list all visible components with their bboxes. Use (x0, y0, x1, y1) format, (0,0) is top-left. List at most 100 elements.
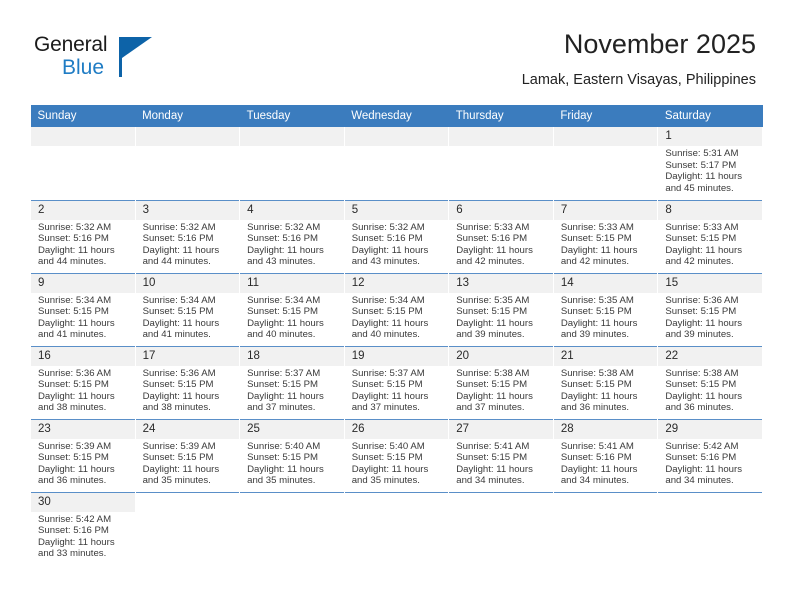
calendar-day-cell[interactable]: 9 Sunrise: 5:34 AM Sunset: 5:15 PM Daylight… (30, 272, 136, 346)
day-number: 29 (658, 419, 762, 439)
sunset-text: Sunset: 5:15 PM (38, 306, 109, 318)
logo-text-blue: Blue (62, 56, 105, 79)
calendar-day-cell[interactable]: 29 Sunrise: 5:42 AM Sunset: 5:16 PM Dayligh… (657, 418, 763, 492)
day-number: 9 (31, 273, 135, 293)
calendar-day-cell[interactable]: 4 Sunrise: 5:32 AM Sunset: 5:16 PM Daylight… (239, 199, 345, 273)
day-number: 21 (553, 346, 658, 366)
calendar-day-cell[interactable]: 18 Sunrise: 5:37 AM Sunset: 5:15 PM Dayligh… (239, 345, 345, 419)
day-details: Sunrise: 5:39 AM Sunset: 5:15 PM Daylight:… (136, 439, 240, 487)
calendar-day-cell[interactable]: 12 Sunrise: 5:34 AM Sunset: 5:15 PM Dayligh… (343, 272, 450, 346)
calendar-day-cell[interactable]: 2 Sunrise: 5:32 AM Sunset: 5:16 PM Daylight… (30, 199, 136, 273)
sunrise-text: Sunrise: 5:32 AM (142, 221, 216, 233)
day-cell-inner (658, 493, 762, 573)
calendar-day-cell[interactable]: 22 Sunrise: 5:38 AM Sunset: 5:15 PM Dayligh… (657, 345, 763, 419)
day-number: 19 (344, 346, 449, 366)
sunset-text: Sunset: 5:15 PM (560, 233, 632, 245)
calendar-day-cell[interactable]: 25 Sunrise: 5:40 AM Sunset: 5:15 PM Dayligh… (239, 418, 345, 492)
day-cell-inner: 28 Sunrise: 5:41 AM Sunset: 5:16 PM Dayligh… (553, 419, 658, 492)
calendar-day-cell-empty (448, 491, 554, 572)
day-number: 11 (240, 273, 344, 293)
daylight-text: Daylight: 11 hours and 43 minutes. (351, 244, 429, 268)
day-number (344, 127, 449, 146)
calendar-day-cell[interactable]: 17 Sunrise: 5:36 AM Sunset: 5:15 PM Dayligh… (134, 345, 241, 419)
calendar-day-cell[interactable]: 16 Sunrise: 5:36 AM Sunset: 5:15 PM Dayligh… (30, 345, 136, 419)
calendar-day-cell[interactable]: 27 Sunrise: 5:41 AM Sunset: 5:15 PM Dayligh… (448, 418, 554, 492)
sunset-text: Sunset: 5:15 PM (247, 379, 319, 391)
calendar-day-cell[interactable]: 8 Sunrise: 5:33 AM Sunset: 5:15 PM Daylight… (657, 199, 763, 273)
sunrise-text: Sunrise: 5:32 AM (247, 221, 321, 233)
day-number: 13 (449, 273, 553, 293)
calendar-day-cell[interactable]: 14 Sunrise: 5:35 AM Sunset: 5:15 PM Dayligh… (552, 272, 659, 346)
calendar-day-cell[interactable]: 11 Sunrise: 5:34 AM Sunset: 5:15 PM Dayligh… (239, 272, 345, 346)
daylight-text: Daylight: 11 hours and 42 minutes. (665, 244, 742, 268)
day-cell-inner: 19 Sunrise: 5:37 AM Sunset: 5:15 PM Dayligh… (344, 346, 449, 419)
sunrise-text: Sunrise: 5:34 AM (38, 294, 112, 306)
calendar-day-cell[interactable]: 28 Sunrise: 5:41 AM Sunset: 5:16 PM Dayligh… (552, 418, 659, 492)
day-details: Sunrise: 5:40 AM Sunset: 5:15 PM Daylight:… (345, 439, 449, 487)
calendar-day-cell-empty (343, 127, 450, 200)
day-number: 25 (240, 419, 344, 439)
weekday-header-tuesday: Tuesday (239, 105, 345, 127)
sunset-text: Sunset: 5:15 PM (351, 306, 423, 318)
day-details: Sunrise: 5:34 AM Sunset: 5:15 PM Daylight:… (31, 293, 135, 341)
day-details: Sunrise: 5:31 AM Sunset: 5:17 PM Daylight:… (658, 146, 762, 194)
calendar-day-cell[interactable]: 23 Sunrise: 5:39 AM Sunset: 5:15 PM Dayligh… (30, 418, 136, 492)
calendar-day-cell[interactable]: 5 Sunrise: 5:32 AM Sunset: 5:16 PM Daylight… (343, 199, 450, 273)
calendar-day-cell[interactable]: 15 Sunrise: 5:36 AM Sunset: 5:15 PM Dayligh… (657, 272, 763, 346)
calendar-day-cell[interactable]: 1 Sunrise: 5:31 AM Sunset: 5:17 PM Daylight… (657, 127, 763, 200)
daylight-text: Daylight: 11 hours and 37 minutes. (456, 390, 533, 414)
day-cell-inner (345, 493, 449, 573)
calendar-body: 1 Sunrise: 5:31 AM Sunset: 5:17 PM Daylight… (30, 127, 763, 573)
calendar-week-row: 23 Sunrise: 5:39 AM Sunset: 5:15 PM Dayligh… (30, 418, 763, 492)
day-details: Sunrise: 5:33 AM Sunset: 5:15 PM Daylight:… (554, 220, 658, 268)
calendar-day-cell[interactable]: 13 Sunrise: 5:35 AM Sunset: 5:15 PM Dayligh… (448, 272, 554, 346)
sunrise-text: Sunrise: 5:33 AM (560, 221, 634, 233)
daylight-text: Daylight: 11 hours and 34 minutes. (665, 463, 742, 487)
day-number: 22 (658, 346, 762, 366)
calendar-day-cell[interactable]: 24 Sunrise: 5:39 AM Sunset: 5:15 PM Dayligh… (134, 418, 241, 492)
calendar-day-cell[interactable]: 6 Sunrise: 5:33 AM Sunset: 5:16 PM Daylight… (448, 199, 554, 273)
sunrise-text: Sunrise: 5:34 AM (247, 294, 321, 306)
day-details: Sunrise: 5:34 AM Sunset: 5:15 PM Daylight:… (136, 293, 240, 341)
day-cell-inner: 11 Sunrise: 5:34 AM Sunset: 5:15 PM Dayligh… (240, 273, 344, 346)
calendar-day-cell-empty (657, 491, 763, 573)
day-cell-inner: 1 Sunrise: 5:31 AM Sunset: 5:17 PM Daylight… (658, 127, 762, 200)
calendar-day-cell[interactable]: 10 Sunrise: 5:34 AM Sunset: 5:15 PM Dayligh… (134, 272, 241, 346)
calendar-day-cell[interactable]: 21 Sunrise: 5:38 AM Sunset: 5:15 PM Dayligh… (552, 345, 659, 419)
day-number: 10 (135, 273, 240, 293)
daylight-text: Daylight: 11 hours and 33 minutes. (38, 536, 115, 560)
daylight-text: Daylight: 11 hours and 39 minutes. (560, 317, 638, 341)
calendar-header-row: Sunday Monday Tuesday Wednesday Thursday Frid… (30, 105, 763, 127)
sunset-text: Sunset: 5:15 PM (247, 306, 319, 318)
sunrise-text: Sunrise: 5:32 AM (38, 221, 112, 233)
weekday-header-thursday: Thursday (448, 105, 554, 127)
sunrise-text: Sunrise: 5:39 AM (38, 440, 112, 452)
day-cell-inner: 5 Sunrise: 5:32 AM Sunset: 5:16 PM Daylight… (344, 200, 449, 273)
sunrise-text: Sunrise: 5:36 AM (665, 294, 739, 306)
calendar-day-cell[interactable]: 20 Sunrise: 5:38 AM Sunset: 5:15 PM Dayligh… (448, 345, 554, 419)
day-details: Sunrise: 5:34 AM Sunset: 5:15 PM Daylight:… (345, 293, 449, 341)
day-details: Sunrise: 5:37 AM Sunset: 5:15 PM Daylight:… (345, 366, 449, 414)
daylight-text: Daylight: 11 hours and 39 minutes. (665, 317, 742, 341)
day-number: 18 (240, 346, 344, 366)
daylight-text: Daylight: 11 hours and 41 minutes. (38, 317, 115, 341)
weekday-header-saturday: Saturday (657, 105, 763, 127)
day-details: Sunrise: 5:39 AM Sunset: 5:15 PM Daylight:… (31, 439, 135, 487)
day-cell-inner: 4 Sunrise: 5:32 AM Sunset: 5:16 PM Daylight… (240, 200, 344, 273)
day-number (240, 127, 344, 146)
calendar-day-cell[interactable]: 3 Sunrise: 5:32 AM Sunset: 5:16 PM Daylight… (134, 199, 241, 273)
day-details: Sunrise: 5:34 AM Sunset: 5:15 PM Daylight:… (240, 293, 344, 341)
day-cell-inner: 6 Sunrise: 5:33 AM Sunset: 5:16 PM Daylight… (449, 200, 553, 273)
daylight-text: Daylight: 11 hours and 34 minutes. (560, 463, 638, 487)
calendar-week-row: 1 Sunrise: 5:31 AM Sunset: 5:17 PM Daylight… (30, 127, 763, 200)
sunset-text: Sunset: 5:15 PM (456, 306, 528, 318)
day-details: Sunrise: 5:35 AM Sunset: 5:15 PM Daylight:… (449, 293, 553, 341)
general-blue-logo[interactable]: General Blue (34, 34, 214, 90)
calendar-day-cell[interactable]: 7 Sunrise: 5:33 AM Sunset: 5:15 PM Daylight… (552, 199, 659, 273)
day-number: 1 (658, 127, 762, 146)
day-cell-inner: 18 Sunrise: 5:37 AM Sunset: 5:15 PM Dayligh… (240, 346, 344, 419)
day-cell-inner: 12 Sunrise: 5:34 AM Sunset: 5:15 PM Dayligh… (344, 273, 449, 346)
calendar-day-cell[interactable]: 30 Sunrise: 5:42 AM Sunset: 5:16 PM Dayligh… (30, 491, 136, 572)
calendar-day-cell[interactable]: 26 Sunrise: 5:40 AM Sunset: 5:15 PM Dayligh… (343, 418, 450, 492)
calendar-day-cell[interactable]: 19 Sunrise: 5:37 AM Sunset: 5:15 PM Dayligh… (343, 345, 450, 419)
